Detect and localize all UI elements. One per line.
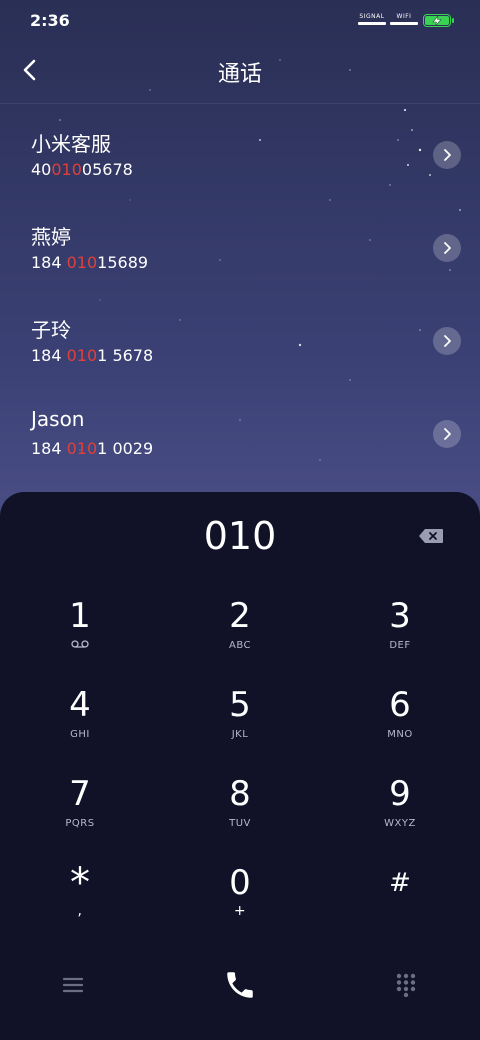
key-hash[interactable]: # <box>340 863 460 943</box>
contact-number: 184 01015689 <box>31 253 149 272</box>
key-8[interactable]: 8 TUV <box>180 774 300 854</box>
key-9[interactable]: 9 WXYZ <box>340 774 460 854</box>
charging-bolt-icon <box>432 15 442 26</box>
key-5[interactable]: 5 JKL <box>180 685 300 765</box>
matched-digits: 010 <box>66 253 98 272</box>
voicemail-icon <box>71 640 89 648</box>
dial-input[interactable]: 010 <box>0 514 480 558</box>
contact-name: Jason <box>31 407 85 431</box>
dialpad-panel: 010 1 2 ABC 3 DEF 4 GHI 5 JKL 6 MNO 7 PQ… <box>0 492 480 1040</box>
page-title: 通话 <box>217 62 262 87</box>
matched-digits: 010 <box>51 160 82 179</box>
chevron-right-icon <box>444 242 451 254</box>
matched-digits: 010 <box>66 346 98 365</box>
chevron-right-icon <box>444 149 451 161</box>
contact-name: 小米客服 <box>31 132 111 156</box>
contact-number: 184 0101 0029 <box>31 439 154 458</box>
chevron-right-icon <box>444 428 451 440</box>
contact-name: 燕婷 <box>31 225 71 249</box>
battery-icon <box>423 14 454 27</box>
contact-item[interactable]: 子玲 184 0101 5678 <box>0 314 480 394</box>
contact-detail-button[interactable] <box>433 234 461 262</box>
contact-detail-button[interactable] <box>433 141 461 169</box>
chevron-right-icon <box>444 335 451 347</box>
keypad-icon <box>396 973 416 997</box>
key-1[interactable]: 1 <box>20 596 140 676</box>
header-divider <box>0 103 480 104</box>
key-4[interactable]: 4 GHI <box>20 685 140 765</box>
signal-indicator: SIGNAL <box>358 13 386 25</box>
status-bar: 2:36 SIGNAL WIFI <box>0 0 480 40</box>
phone-icon <box>227 972 253 998</box>
key-star[interactable]: * , <box>20 863 140 943</box>
backspace-button[interactable] <box>418 528 444 544</box>
header: 通话 <box>0 50 480 90</box>
contact-item[interactable]: 燕婷 184 01015689 <box>0 221 480 301</box>
contact-item[interactable]: Jason 184 0101 0029 <box>0 407 480 487</box>
wifi-indicator: WIFI <box>390 13 418 25</box>
key-0[interactable]: 0 + <box>180 863 300 943</box>
backspace-icon <box>419 529 443 543</box>
contact-detail-button[interactable] <box>433 420 461 448</box>
status-time: 2:36 <box>30 11 70 30</box>
key-3[interactable]: 3 DEF <box>340 596 460 676</box>
menu-button[interactable] <box>43 955 103 1015</box>
call-button[interactable] <box>210 955 270 1015</box>
contact-item[interactable]: 小米客服 4001005678 <box>0 128 480 208</box>
menu-icon <box>63 977 83 993</box>
contact-name: 子玲 <box>31 318 71 342</box>
contact-number: 184 0101 5678 <box>31 346 154 365</box>
matched-digits: 010 <box>66 439 98 458</box>
contact-number: 4001005678 <box>31 160 133 179</box>
contact-detail-button[interactable] <box>433 327 461 355</box>
key-2[interactable]: 2 ABC <box>180 596 300 676</box>
key-6[interactable]: 6 MNO <box>340 685 460 765</box>
key-7[interactable]: 7 PQRS <box>20 774 140 854</box>
keypad-toggle-button[interactable] <box>376 955 436 1015</box>
